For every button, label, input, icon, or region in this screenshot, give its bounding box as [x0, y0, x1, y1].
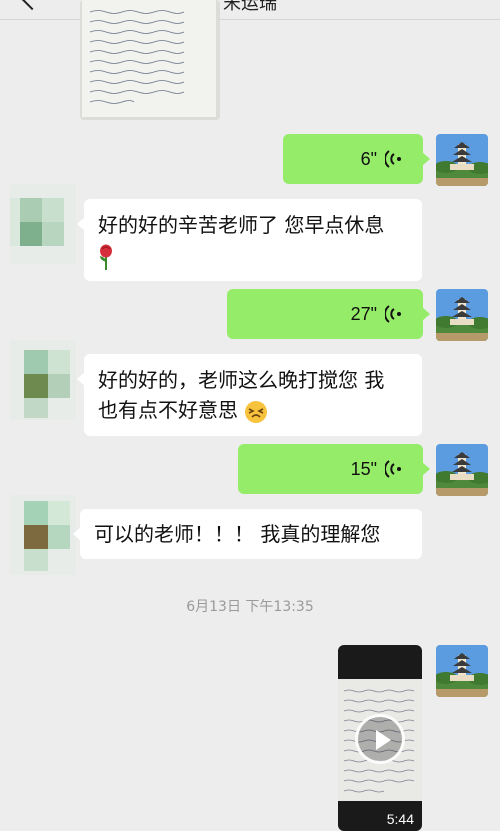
received-photo[interactable] [80, 0, 220, 120]
voice-wave-icon [385, 460, 401, 478]
chat-title: 宋运瑞 [223, 0, 277, 14]
pagoda-avatar-image [436, 134, 488, 186]
video-duration: 5:44 [386, 811, 414, 827]
contact-avatar[interactable] [10, 340, 76, 420]
message-timestamp: 6月13日 下午13:35 [186, 599, 314, 615]
persevering-face-emoji-icon [245, 400, 268, 423]
voice-duration: 15" [350, 458, 377, 479]
voice-duration: 27" [350, 303, 377, 324]
blurred-avatar-image [10, 340, 76, 420]
message-text: 可以的老师！！！ 我真的理解您 [94, 522, 381, 546]
play-icon[interactable] [355, 714, 405, 764]
self-avatar[interactable] [436, 289, 488, 341]
self-avatar[interactable] [436, 134, 488, 186]
message-text-line-1: 好的好的，老师这么晚打搅您 我 [98, 368, 385, 392]
voice-wave-icon [385, 150, 401, 168]
voice-message-bubble[interactable]: 15" [238, 444, 430, 494]
voice-message-bubble[interactable]: 6" [283, 134, 430, 184]
voice-message-bubble[interactable]: 27" [227, 289, 430, 339]
received-text-bubble[interactable]: 好的好的，老师这么晚打搅您 我 也有点不好意思 [77, 354, 422, 436]
message-text-line-2: 也有点不好意思 [98, 398, 238, 422]
contact-avatar[interactable] [10, 184, 76, 264]
blurred-avatar-image [10, 495, 76, 575]
rose-emoji-icon [100, 244, 112, 270]
pagoda-avatar-image [436, 289, 488, 341]
pagoda-avatar-image [436, 645, 488, 697]
pagoda-avatar-image [436, 444, 488, 496]
video-message[interactable]: 5:44 [338, 645, 422, 831]
received-text-bubble[interactable]: 好的好的辛苦老师了 您早点休息 [77, 199, 422, 281]
contact-avatar[interactable] [10, 495, 76, 575]
blurred-avatar-image [10, 184, 76, 264]
message-text: 好的好的辛苦老师了 您早点休息 [98, 213, 385, 237]
self-avatar[interactable] [436, 645, 488, 697]
voice-wave-icon [385, 305, 401, 323]
received-text-bubble[interactable]: 可以的老师！！！ 我真的理解您 [73, 509, 422, 559]
self-avatar[interactable] [436, 444, 488, 496]
handwritten-page-image [80, 0, 220, 120]
chat-header: 宋运瑞 [0, 0, 500, 20]
voice-duration: 6" [360, 148, 377, 169]
